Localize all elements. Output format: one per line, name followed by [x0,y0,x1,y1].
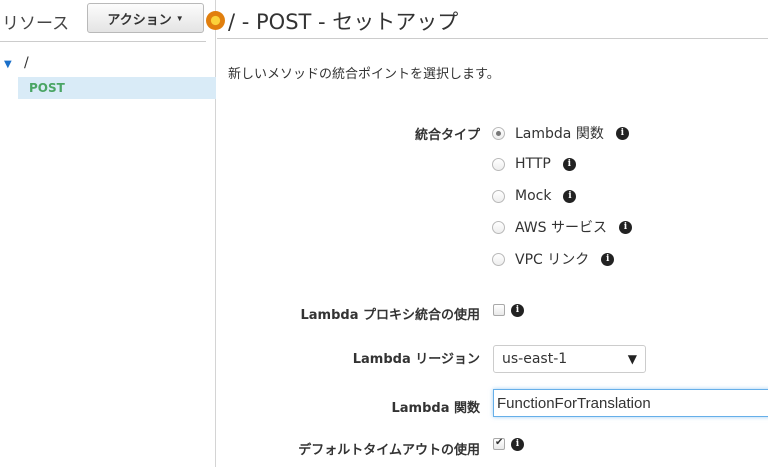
radio-option-lambda[interactable]: Lambda 関数 i [492,122,629,144]
radio-button-lambda[interactable] [492,126,505,140]
radio-button-aws-service[interactable] [492,220,505,234]
radio-button-vpc-link[interactable] [492,252,505,266]
radio-label-vpc-link: VPC リンク [515,252,590,268]
actions-button[interactable]: アクション ▼ [87,3,204,33]
radio-label-lambda: Lambda 関数 [515,126,604,142]
tree-method-post[interactable]: POST [18,77,216,99]
lambda-region-label: Lambda リージョン [352,352,480,367]
caret-down-icon: ▼ [175,13,184,23]
info-icon[interactable]: i [511,438,524,451]
status-dot-icon [206,11,225,30]
info-icon[interactable]: i [615,126,629,140]
panel-divider [0,41,206,42]
info-icon[interactable]: i [563,189,577,203]
lambda-region-select[interactable]: us-east-1 ▼ [493,345,646,373]
title-divider [217,38,768,39]
info-icon[interactable]: i [562,157,576,171]
radio-option-mock[interactable]: Mock i [492,185,577,207]
actions-button-label: アクション [107,11,172,27]
tree-root-resource[interactable]: / [24,55,29,71]
resources-title: リソース [2,14,70,34]
radio-label-aws-service: AWS サービス [515,220,607,236]
radio-option-http[interactable]: HTTP i [492,153,576,175]
page-title: / - POST - セットアップ [228,10,459,34]
default-timeout-label: デフォルトタイムアウトの使用 [298,443,480,458]
page-subtitle: 新しいメソッドの統合ポイントを選択します。 [228,67,500,82]
radio-button-mock[interactable] [492,189,505,203]
lambda-function-input[interactable] [493,389,768,417]
lambda-proxy-label: Lambda プロキシ統合の使用 [300,308,480,323]
radio-label-http: HTTP [515,156,551,172]
default-timeout-checkbox[interactable] [493,437,505,450]
radio-button-http[interactable] [492,157,505,171]
info-icon[interactable]: i [619,220,632,234]
tree-toggle-caret-down-icon[interactable]: ▼ [4,59,12,70]
lambda-function-label: Lambda 関数 [391,401,480,416]
info-icon[interactable]: i [601,252,615,266]
radio-label-mock: Mock [515,188,552,204]
integration-type-label: 統合タイプ [414,128,480,143]
resources-panel: リソース アクション ▼ ▼ / POST [0,0,216,467]
lambda-region-value: us-east-1 [502,351,568,367]
chevron-down-icon: ▼ [627,352,637,366]
radio-option-aws-service[interactable]: AWS サービス i [492,216,632,238]
lambda-proxy-checkbox[interactable] [493,304,505,316]
radio-option-vpc-link[interactable]: VPC リンク i [492,248,615,270]
info-icon[interactable]: i [511,304,524,317]
